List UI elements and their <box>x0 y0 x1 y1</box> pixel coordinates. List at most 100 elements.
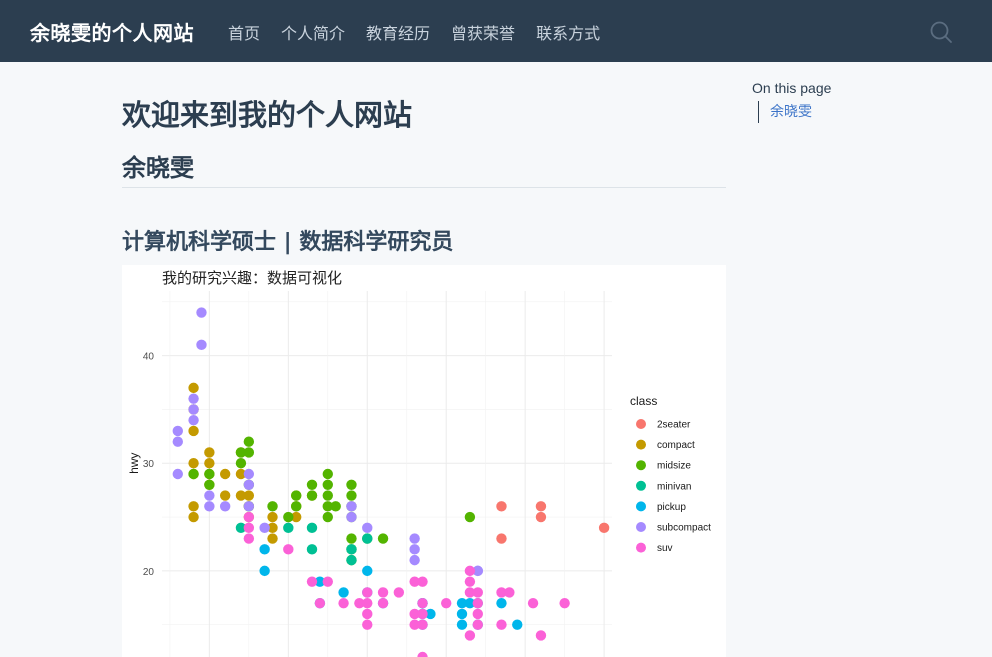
data-point-subcompact <box>188 404 199 415</box>
data-point-subcompact <box>172 425 183 437</box>
data-point-midsize <box>243 447 255 458</box>
data-point-suv <box>306 576 318 587</box>
data-point-subcompact <box>362 522 373 534</box>
legend-key-minivan <box>636 480 646 491</box>
data-point-midsize <box>306 490 318 501</box>
data-point-compact <box>267 511 278 523</box>
data-point-midsize <box>330 501 341 512</box>
data-point-compact <box>188 425 199 437</box>
data-point-suv <box>417 619 428 630</box>
data-point-midsize <box>322 511 333 523</box>
data-point-suv <box>377 597 389 609</box>
data-point-subcompact <box>188 414 199 426</box>
data-point-compact <box>188 458 199 469</box>
nav-link-education[interactable]: 教育经历 <box>366 20 430 44</box>
nav-links: 首页 个人简介 教育经历 曾获荣誉 联系方式 <box>228 20 621 44</box>
data-point-suv <box>243 533 255 544</box>
legend-label-minivan: minivan <box>657 481 691 492</box>
data-point-2seater <box>496 533 507 544</box>
data-point-midsize <box>267 501 278 512</box>
data-point-pickup <box>456 619 468 630</box>
legend-key-suv <box>636 542 646 553</box>
data-point-suv <box>472 587 483 598</box>
nav-link-honors[interactable]: 曾获荣誉 <box>451 20 515 44</box>
data-point-2seater <box>535 501 547 512</box>
data-point-suv <box>496 619 507 630</box>
data-point-pickup <box>338 587 349 598</box>
data-point-2seater <box>535 511 547 523</box>
data-point-midsize <box>235 458 247 469</box>
data-point-compact <box>243 490 255 501</box>
data-point-suv <box>559 597 570 609</box>
data-point-midsize <box>346 533 357 544</box>
data-point-suv <box>393 587 405 598</box>
data-point-suv <box>417 597 428 609</box>
toc-title: On this page <box>752 80 832 96</box>
data-point-suv <box>362 597 373 609</box>
data-point-subcompact <box>196 307 207 318</box>
data-point-suv <box>472 597 483 609</box>
data-point-midsize <box>291 490 302 501</box>
data-point-subcompact <box>172 468 183 480</box>
data-point-compact <box>219 468 231 480</box>
nav-link-about[interactable]: 个人简介 <box>281 20 345 44</box>
data-point-suv <box>417 608 428 620</box>
data-point-minivan <box>362 533 373 544</box>
data-point-midsize <box>346 490 357 501</box>
data-point-suv <box>283 544 294 555</box>
data-point-subcompact <box>243 468 255 480</box>
data-point-suv <box>464 576 476 587</box>
data-point-suv <box>362 619 373 630</box>
data-point-suv <box>362 608 373 620</box>
data-point-compact <box>204 458 215 469</box>
data-point-compact <box>188 511 199 523</box>
legend-label-2seater: 2seater <box>657 420 691 431</box>
data-point-subcompact <box>188 393 199 404</box>
data-point-compact <box>267 533 278 544</box>
data-point-subcompact <box>204 490 215 501</box>
data-point-midsize <box>306 479 318 490</box>
data-point-suv <box>464 630 476 641</box>
nav-link-contact[interactable]: 联系方式 <box>536 20 600 44</box>
data-point-subcompact <box>204 501 215 512</box>
data-point-subcompact <box>409 554 420 566</box>
data-point-suv <box>314 597 326 609</box>
data-point-suv <box>243 522 255 534</box>
data-point-midsize <box>346 479 357 490</box>
legend-label-compact: compact <box>657 440 695 451</box>
data-point-subcompact <box>259 522 270 534</box>
y-axis-label: hwy <box>127 453 141 474</box>
data-point-midsize <box>322 490 333 501</box>
data-point-subcompact <box>346 511 357 523</box>
data-point-minivan <box>346 554 357 566</box>
data-point-subcompact <box>243 501 255 512</box>
data-point-2seater <box>496 501 507 512</box>
data-point-suv <box>338 597 349 609</box>
data-point-pickup <box>496 597 507 609</box>
heading-divider <box>122 187 726 188</box>
data-point-minivan <box>306 522 318 534</box>
data-point-suv <box>417 576 428 587</box>
data-point-suv <box>322 576 333 587</box>
author-name-heading: 余晓雯 <box>122 154 194 182</box>
site-brand[interactable]: 余晓雯的个人网站 <box>30 17 194 46</box>
data-point-suv <box>464 565 476 577</box>
data-point-subcompact <box>196 339 207 351</box>
scatter-chart: 20 30 40 hwy 我的研究兴趣：数据可视化 class 2seater compact… <box>127 269 711 657</box>
search-icon[interactable] <box>929 20 953 44</box>
legend-key-compact <box>636 439 646 450</box>
data-point-pickup <box>512 619 523 630</box>
subtitle-heading: 计算机科学硕士 | 数据科学研究员 <box>122 230 454 255</box>
nav-link-home[interactable]: 首页 <box>228 20 260 44</box>
data-point-midsize <box>322 468 333 480</box>
data-point-midsize <box>204 468 215 480</box>
legend-title: class <box>630 394 657 408</box>
data-point-midsize <box>377 533 389 544</box>
toc-item-name[interactable]: 余晓雯 <box>758 101 831 123</box>
data-point-subcompact <box>219 501 231 512</box>
data-point-minivan <box>306 544 318 555</box>
data-point-subcompact <box>243 479 255 490</box>
data-point-pickup <box>456 608 468 620</box>
data-point-compact <box>204 447 215 458</box>
legend-label-subcompact: subcompact <box>657 523 711 534</box>
